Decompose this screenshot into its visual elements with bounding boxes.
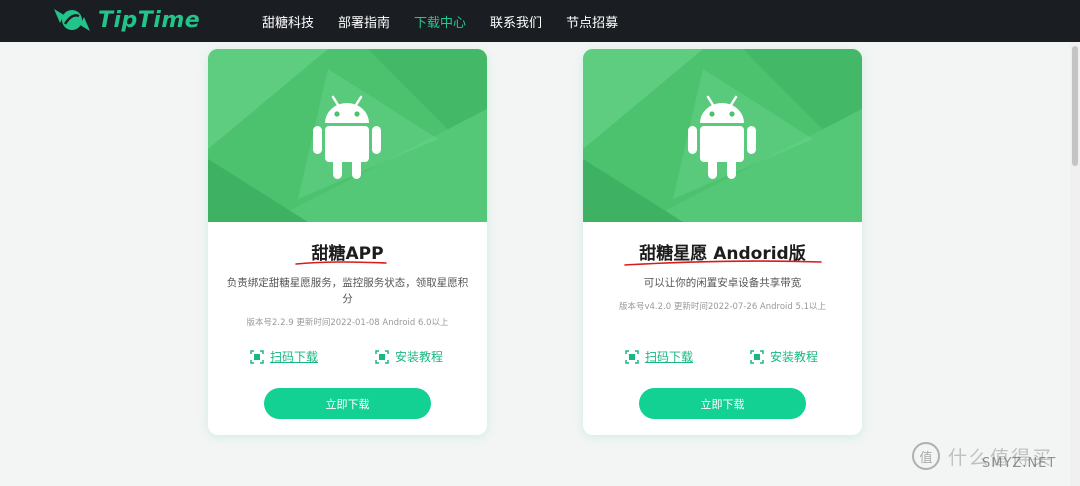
- install-guide-label: 安装教程: [395, 350, 444, 364]
- card-description: 负责绑定甜糖星愿服务，监控服务状态，领取星愿积分: [226, 277, 469, 305]
- watermark-site-text: SMYZ.NET: [982, 456, 1057, 471]
- main-nav: 甜糖科技 部署指南 下载中心 联系我们 节点招募: [262, 0, 642, 42]
- download-now-button[interactable]: 立即下载: [264, 388, 431, 419]
- qr-scan-icon: [250, 349, 264, 364]
- scan-download-link[interactable]: 扫码下载: [625, 348, 693, 365]
- card-version-info: 版本号v4.2.0 更新时间2022-07-26 Android 5.1以上: [618, 302, 827, 312]
- qr-guide-icon: [750, 349, 764, 364]
- install-guide-link[interactable]: 安装教程: [375, 348, 443, 365]
- scan-download-label: 扫码下载: [270, 350, 319, 364]
- scan-download-link[interactable]: 扫码下载: [250, 348, 318, 365]
- nav-item-download-center[interactable]: 下载中心: [414, 12, 466, 31]
- card-version-info: 版本号2.2.9 更新时间2022-01-08 Android 6.0以上: [246, 318, 449, 328]
- red-underline-annotation: [624, 260, 822, 266]
- card-banner: [208, 49, 487, 222]
- nav-item-node-recruit[interactable]: 节点招募: [566, 12, 618, 31]
- nav-item-deploy-guide[interactable]: 部署指南: [338, 12, 390, 31]
- top-navigation-bar: TipTime 甜糖科技 部署指南 下载中心 联系我们 节点招募: [0, 0, 1080, 42]
- page-scrollbar[interactable]: [1070, 42, 1080, 486]
- download-card-app: 甜糖APP 负责绑定甜糖星愿服务，监控服务状态，领取星愿积分 版本号2.2.9 …: [208, 49, 487, 435]
- scan-download-label: 扫码下载: [645, 350, 694, 364]
- scrollbar-thumb[interactable]: [1072, 46, 1078, 166]
- android-icon: [688, 95, 756, 179]
- android-icon: [313, 95, 381, 179]
- download-card-android: 甜糖星愿 Andorid版 可以让你的闲置安卓设备共享带宽 版本号v4.2.0 …: [583, 49, 862, 435]
- logo-text: TipTime: [98, 7, 201, 33]
- watermark: 值 什么值得买 SMYZ.NET: [912, 442, 1057, 471]
- download-now-button[interactable]: 立即下载: [639, 388, 806, 419]
- watermark-logo-icon: 值: [912, 442, 940, 470]
- red-underline-annotation: [295, 261, 387, 265]
- candy-logo-icon: [54, 9, 90, 31]
- card-description: 可以让你的闲置安卓设备共享带宽: [643, 277, 802, 289]
- site-logo[interactable]: TipTime: [52, 3, 200, 37]
- nav-item-contact[interactable]: 联系我们: [490, 12, 542, 31]
- install-guide-label: 安装教程: [770, 350, 819, 364]
- qr-scan-icon: [625, 349, 639, 364]
- nav-item-tech[interactable]: 甜糖科技: [262, 12, 314, 31]
- card-banner: [583, 49, 862, 222]
- install-guide-link[interactable]: 安装教程: [750, 348, 818, 365]
- qr-guide-icon: [375, 349, 389, 364]
